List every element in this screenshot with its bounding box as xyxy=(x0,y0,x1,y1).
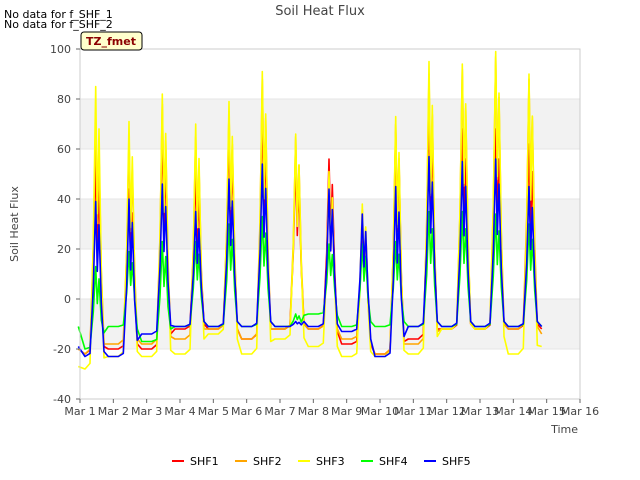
grid-band xyxy=(80,99,580,149)
x-tick-label: Mar 9 xyxy=(331,405,362,418)
legend-label-shf1: SHF1 xyxy=(190,455,219,468)
soil-heat-flux-chart: -40-20020406080100 Mar 1 Mar 2 Mar 3 Mar 4M… xyxy=(8,4,599,468)
tz-annotation: TZ_fmet xyxy=(80,31,143,51)
x-tick-label: Mar 8 xyxy=(298,405,329,418)
y-tick-label: 80 xyxy=(57,93,71,106)
x-axis: Mar 1 Mar 2 Mar 3 Mar 4 Mar 5 Mar 6 Mar 7 Mar 8… xyxy=(64,399,599,418)
y-axis-title: Soil Heat Flux xyxy=(8,186,21,262)
legend: SHF1 SHF2 SHF3 SHF4 SHF5 xyxy=(172,455,471,468)
legend-label-shf4: SHF4 xyxy=(379,455,408,468)
legend-label-shf3: SHF3 xyxy=(316,455,345,468)
x-tick-label: Mar 6 xyxy=(231,405,262,418)
y-tick-label: 60 xyxy=(57,143,71,156)
grid-band xyxy=(80,49,580,99)
y-tick-label: 40 xyxy=(57,193,71,206)
x-tick-label: Mar 16 xyxy=(561,405,599,418)
grid-band xyxy=(80,349,580,399)
y-tick-label: 0 xyxy=(64,293,71,306)
x-tick-label: Mar 5 xyxy=(198,405,229,418)
x-tick-label: Mar 3 xyxy=(131,405,162,418)
x-tick-label: Mar 7 xyxy=(264,405,295,418)
y-tick-label: 20 xyxy=(57,243,71,256)
y-tick-label: 100 xyxy=(50,43,71,56)
legend-label-shf5: SHF5 xyxy=(442,455,471,468)
tz-annotation-label: TZ_fmet xyxy=(86,35,136,48)
legend-label-shf2: SHF2 xyxy=(253,455,282,468)
x-tick-label: Mar 4 xyxy=(164,405,195,418)
y-tick-label: -20 xyxy=(53,343,71,356)
x-tick-label: Mar 1 xyxy=(64,405,95,418)
chart-title: Soil Heat Flux xyxy=(275,4,365,19)
x-tick-label: Mar 2 xyxy=(98,405,129,418)
y-axis: -40-20020406080100 xyxy=(50,43,80,406)
x-axis-title: Time xyxy=(550,423,578,436)
